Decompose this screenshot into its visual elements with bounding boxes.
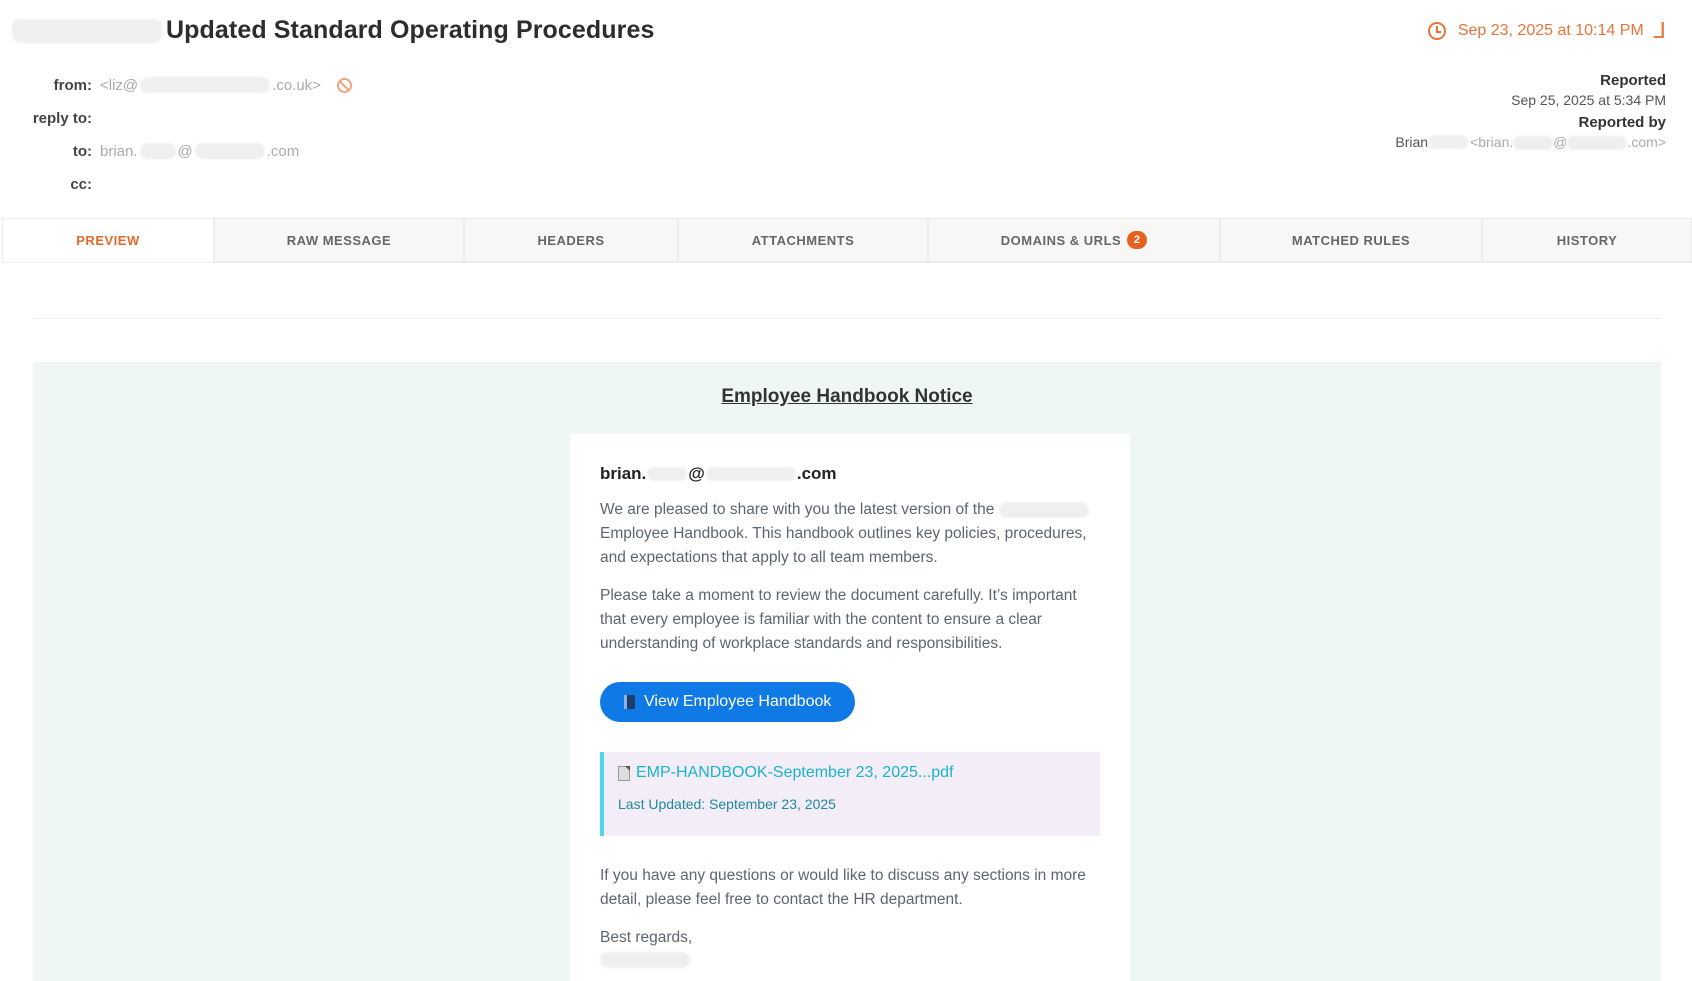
closing: Best regards,: [600, 929, 693, 946]
redacted-user: [1513, 136, 1554, 151]
reported-by-label: Reported by: [1578, 114, 1666, 131]
view-handbook-label: View Employee Handbook: [644, 693, 832, 710]
redacted-domain: [1567, 136, 1628, 151]
recipient-suffix: .com: [796, 464, 837, 483]
paragraph-intro-a: We are pleased to share with you the lat…: [600, 501, 995, 518]
tab-preview[interactable]: PREVIEW: [2, 218, 214, 262]
paragraph-questions: If you have any questions or would like …: [600, 867, 1086, 908]
email-subject: Updated Standard Operating Procedures: [166, 16, 655, 44]
attachment-name: EMP-HANDBOOK-September 23, 2025...pdf: [636, 764, 954, 781]
to-value: brian. @ .com: [100, 143, 299, 160]
from-value: <liz@ .co.uk>: [100, 77, 352, 94]
tab-attachments[interactable]: ATTACHMENTS: [678, 218, 928, 262]
recipient-prefix: brian.: [600, 464, 647, 483]
redacted-surname: [1428, 135, 1469, 150]
phish-hook-icon[interactable]: ⅃: [1654, 20, 1666, 42]
reply-to-label: reply to:: [32, 109, 92, 127]
reporter-name: Brian: [1395, 134, 1429, 151]
tab-domains-urls[interactable]: DOMAINS & URLS 2: [928, 218, 1220, 262]
email-meta: from: <liz@ .co.uk> reply to: to: brian.…: [28, 74, 352, 206]
tab-headers-label: HEADERS: [537, 232, 605, 248]
tab-raw-message-label: RAW MESSAGE: [286, 232, 392, 248]
tab-history-label: HISTORY: [1556, 232, 1618, 248]
reporter-email-suffix: .com>: [1627, 134, 1666, 150]
paragraph-intro: We are pleased to share with you the lat…: [600, 498, 1100, 570]
from-prefix: <liz@: [100, 76, 139, 94]
email-recipient: brian. @ .com: [600, 464, 1100, 484]
to-at: @: [177, 142, 193, 160]
message-tabs: PREVIEW RAW MESSAGE HEADERS ATTACHMENTS …: [2, 218, 1692, 263]
attachment-link[interactable]: EMP-HANDBOOK-September 23, 2025...pdf: [618, 764, 1086, 782]
to-suffix: .com: [266, 142, 300, 160]
to-prefix: brian.: [100, 142, 138, 160]
subject-row: Updated Standard Operating Procedures: [12, 16, 655, 45]
block-sender-icon[interactable]: [336, 77, 352, 93]
reported-label: Reported: [1600, 72, 1666, 89]
received-timestamp: Sep 23, 2025 at 10:14 PM ⅃: [1427, 20, 1666, 42]
tab-domains-urls-label: DOMAINS & URLS: [1000, 232, 1122, 248]
reported-info: Reported Sep 25, 2025 at 5:34 PM Reporte…: [1395, 72, 1666, 156]
tab-matched-rules-label: MATCHED RULES: [1291, 232, 1411, 248]
book-icon: [624, 695, 635, 709]
reply-to-row: reply to:: [8, 107, 352, 129]
recipient-at: @: [688, 464, 705, 483]
tab-preview-label: PREVIEW: [76, 232, 140, 248]
tab-headers[interactable]: HEADERS: [464, 218, 678, 262]
reporter-email: <brian. @ .com>: [1470, 134, 1666, 151]
reporter-email-prefix: <brian.: [1470, 134, 1514, 150]
redacted-user: [647, 467, 688, 481]
paragraph-intro-b: Employee Handbook. This handbook outline…: [600, 525, 1087, 566]
attachment-box: EMP-HANDBOOK-September 23, 2025...pdf La…: [600, 752, 1100, 836]
redacted-domain: [140, 77, 271, 93]
tab-matched-rules[interactable]: MATCHED RULES: [1220, 218, 1482, 262]
from-suffix: .co.uk>: [272, 76, 321, 94]
attachment-updated: Last Updated: September 23, 2025: [618, 796, 836, 812]
tab-raw-message[interactable]: RAW MESSAGE: [214, 218, 464, 262]
clock-icon: [1427, 22, 1446, 40]
redacted-company: [998, 501, 1089, 518]
email-title: Employee Handbook Notice: [721, 386, 973, 407]
signature: Best regards,: [600, 926, 1100, 968]
tab-history[interactable]: HISTORY: [1482, 218, 1692, 262]
reporter-email-at: @: [1553, 134, 1568, 150]
view-handbook-button[interactable]: View Employee Handbook: [600, 682, 856, 722]
cc-label: cc:: [70, 175, 92, 193]
reported-date: Sep 25, 2025 at 5:34 PM: [1511, 92, 1666, 108]
from-label: from:: [53, 76, 92, 94]
received-date: Sep 23, 2025 at 10:14 PM: [1457, 22, 1644, 39]
from-row: from: <liz@ .co.uk>: [28, 74, 352, 96]
redacted-domain: [705, 467, 796, 481]
document-icon: [618, 765, 630, 781]
redacted-domain: [194, 143, 265, 159]
to-label: to:: [72, 142, 92, 160]
reported-by-value: Brian <brian. @ .com>: [1395, 134, 1666, 151]
paragraph-review: Please take a moment to review the docum…: [600, 587, 1077, 652]
redacted-user: [139, 143, 176, 159]
tab-attachments-label: ATTACHMENTS: [751, 232, 855, 248]
redacted-sender-name: [12, 18, 162, 43]
to-row: to: brian. @ .com: [28, 140, 352, 162]
email-body-card: brian. @ .com We are pleased to share wi…: [570, 434, 1130, 981]
cc-row: cc:: [28, 173, 352, 195]
redacted-signature: [600, 952, 690, 968]
domains-count-badge: 2: [1127, 231, 1148, 249]
email-preview: Employee Handbook Notice brian. @ .com W…: [33, 362, 1661, 981]
divider: [33, 318, 1661, 319]
